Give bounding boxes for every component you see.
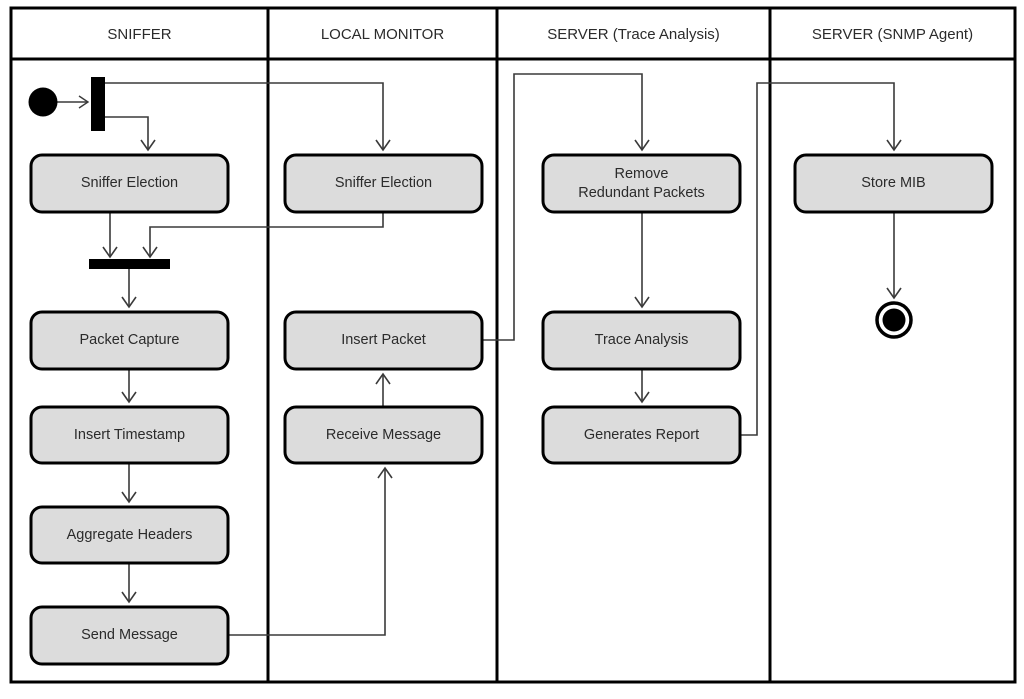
node-trace-analysis[interactable] — [541, 310, 742, 371]
node-aggregate-headers[interactable] — [29, 505, 230, 565]
diagram-canvas — [9, 6, 1017, 684]
join-bar — [89, 259, 170, 269]
node-send-message[interactable] — [29, 605, 230, 666]
fork-bar — [91, 77, 105, 131]
lane-title-server-snmp-agent: SERVER (SNMP Agent) — [811, 26, 974, 43]
lane-title-local-monitor: LOCAL MONITOR — [320, 26, 445, 43]
initial-node — [28, 87, 58, 117]
lane-title-server-trace-analysis: SERVER (Trace Analysis) — [547, 26, 720, 43]
final-node — [875, 301, 913, 339]
node-generates-report[interactable] — [541, 405, 742, 465]
node-insert-timestamp[interactable] — [29, 405, 230, 465]
activity-diagram: SNIFFER LOCAL MONITOR SERVER (Trace Anal… — [0, 0, 1024, 699]
node-receive-message[interactable] — [283, 405, 484, 465]
node-store-mib[interactable] — [793, 153, 994, 214]
node-packet-capture[interactable] — [29, 310, 230, 371]
node-sniffer-election-a[interactable] — [29, 153, 230, 214]
node-sniffer-election-b[interactable] — [283, 153, 484, 214]
lane-title-sniffer: SNIFFER — [107, 26, 172, 43]
node-remove-redundant-packets[interactable] — [541, 153, 742, 214]
node-insert-packet[interactable] — [283, 310, 484, 371]
